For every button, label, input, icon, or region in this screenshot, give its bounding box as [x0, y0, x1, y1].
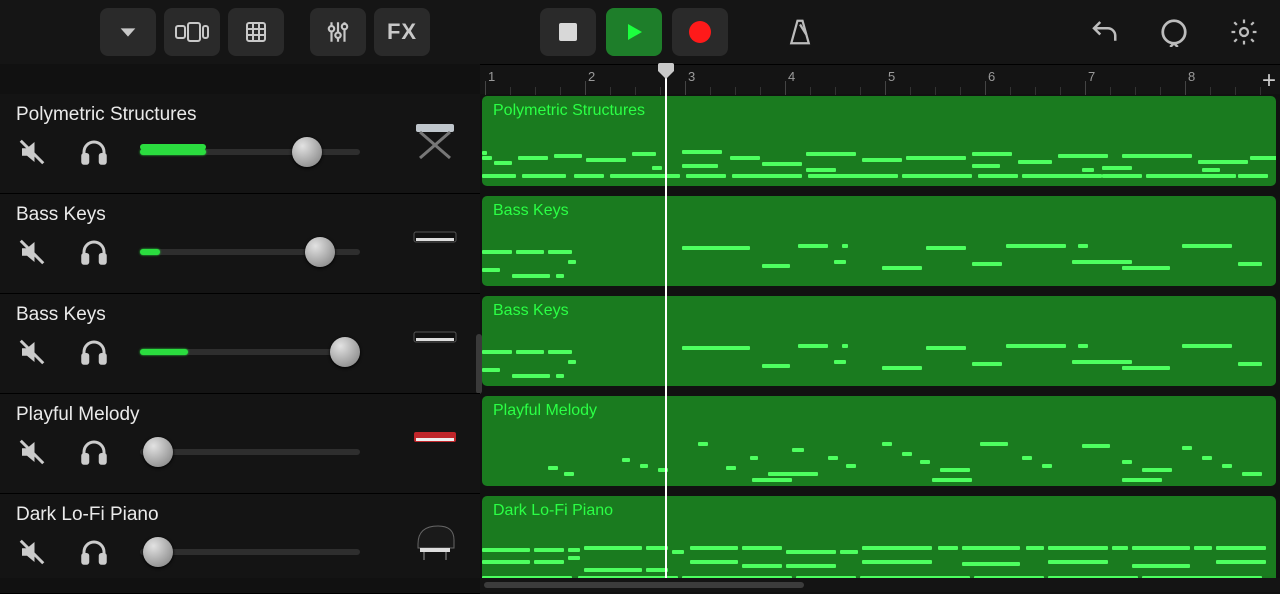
track-name-label: Dark Lo-Fi Piano — [16, 504, 466, 526]
track-name-label: Playful Melody — [16, 404, 466, 426]
region-label: Playful Melody — [493, 402, 597, 420]
mute-button[interactable] — [16, 336, 48, 368]
track-header[interactable]: Polymetric Structures — [0, 94, 480, 194]
view-mode-button[interactable] — [164, 8, 220, 56]
record-button[interactable] — [672, 8, 728, 56]
volume-slider[interactable] — [140, 236, 360, 268]
track-name-label: Bass Keys — [16, 304, 466, 326]
instrument-icon[interactable] — [410, 314, 460, 364]
arrangement-area[interactable]: Polymetric Structures Bass Keys Bass Keys P… — [482, 94, 1280, 578]
ruler-bar-label: 4 — [788, 69, 795, 84]
ruler-bar-label: 6 — [988, 69, 995, 84]
region-label: Polymetric Structures — [493, 102, 645, 120]
volume-slider[interactable] — [140, 536, 360, 568]
track-header[interactable]: Playful Melody — [0, 394, 480, 494]
top-toolbar: FX — [0, 0, 1280, 64]
instrument-icon[interactable] — [410, 514, 460, 564]
volume-slider[interactable] — [140, 136, 360, 168]
region-label: Bass Keys — [493, 302, 569, 320]
track-header[interactable]: Bass Keys — [0, 294, 480, 394]
mute-button[interactable] — [16, 436, 48, 468]
midi-region[interactable]: Dark Lo-Fi Piano — [482, 496, 1276, 586]
track-headers-panel: Polymetric Structures Bass Keys Bass Keys P… — [0, 94, 480, 578]
mute-button[interactable] — [16, 236, 48, 268]
loop-button[interactable] — [1154, 12, 1194, 52]
ruler-bar-label: 1 — [488, 69, 495, 84]
headphones-button[interactable] — [78, 136, 110, 168]
scrollbar-thumb[interactable] — [484, 582, 804, 588]
ruler-bar-label: 2 — [588, 69, 595, 84]
instrument-icon[interactable] — [410, 414, 460, 464]
volume-slider[interactable] — [140, 336, 360, 368]
headphones-button[interactable] — [78, 436, 110, 468]
volume-slider[interactable] — [140, 436, 360, 468]
instrument-icon[interactable] — [410, 114, 460, 164]
mute-button[interactable] — [16, 536, 48, 568]
ruler-bar-label: 5 — [888, 69, 895, 84]
headphones-button[interactable] — [78, 536, 110, 568]
horizontal-scrollbar[interactable] — [480, 578, 1280, 592]
playhead[interactable] — [665, 64, 667, 578]
ruler-bar-label: 3 — [688, 69, 695, 84]
midi-region[interactable]: Bass Keys — [482, 196, 1276, 286]
metronome-button[interactable] — [780, 12, 820, 52]
ruler-bar-label: 8 — [1188, 69, 1195, 84]
track-name-label: Polymetric Structures — [16, 104, 466, 126]
midi-region[interactable]: Playful Melody — [482, 396, 1276, 486]
settings-button[interactable] — [1224, 12, 1264, 52]
instrument-icon[interactable] — [410, 214, 460, 264]
fx-button[interactable]: FX — [374, 8, 430, 56]
timeline-ruler[interactable]: + 1 2 3 4 5 6 7 8 — [480, 64, 1280, 94]
track-header[interactable]: Dark Lo-Fi Piano — [0, 494, 480, 594]
track-view-dropdown[interactable] — [100, 8, 156, 56]
stop-button[interactable] — [540, 8, 596, 56]
play-button[interactable] — [606, 8, 662, 56]
mute-button[interactable] — [16, 136, 48, 168]
headphones-button[interactable] — [78, 336, 110, 368]
headphones-button[interactable] — [78, 236, 110, 268]
mixer-button[interactable] — [310, 8, 366, 56]
ruler-bar-label: 7 — [1088, 69, 1095, 84]
midi-region[interactable]: Polymetric Structures — [482, 96, 1276, 186]
midi-region[interactable]: Bass Keys — [482, 296, 1276, 386]
track-header[interactable]: Bass Keys — [0, 194, 480, 294]
add-section-button[interactable]: + — [1262, 67, 1276, 95]
undo-button[interactable] — [1084, 12, 1124, 52]
region-label: Bass Keys — [493, 202, 569, 220]
region-label: Dark Lo-Fi Piano — [493, 502, 613, 520]
track-name-label: Bass Keys — [16, 204, 466, 226]
grid-view-button[interactable] — [228, 8, 284, 56]
